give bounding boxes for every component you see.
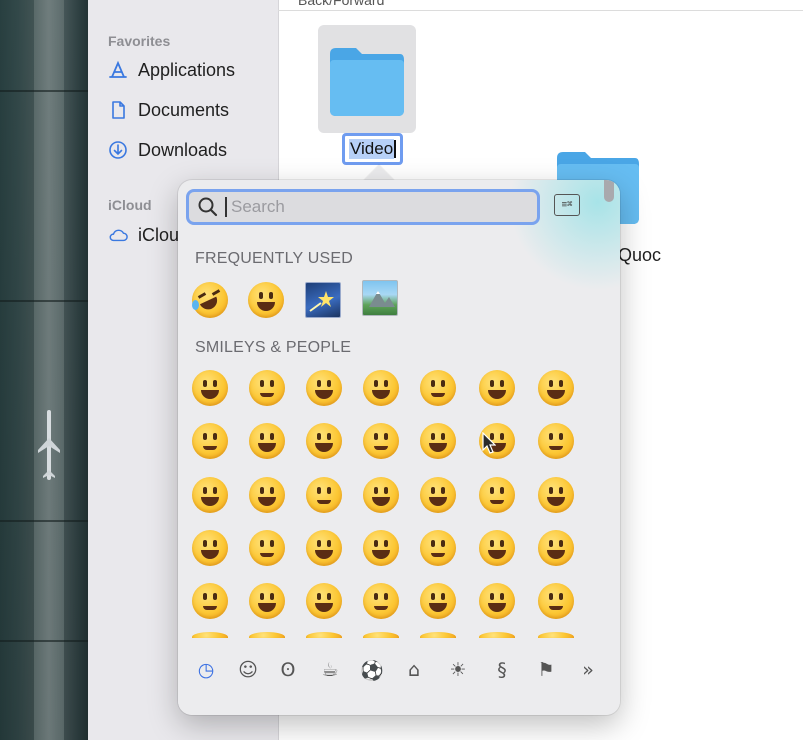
folder-icon[interactable] <box>326 44 408 120</box>
document-icon <box>108 100 128 120</box>
smiley-emoji[interactable] <box>192 583 228 619</box>
sidebar-item-label: iClou <box>138 224 180 245</box>
smiley-emoji[interactable] <box>538 370 574 406</box>
lightbulb-icon[interactable]: ☀ <box>446 658 470 682</box>
smiley-emoji[interactable] <box>363 477 399 513</box>
smiley-emoji[interactable] <box>249 477 285 513</box>
mountain-park-emoji[interactable] <box>362 280 398 316</box>
smiley-emoji[interactable] <box>420 477 456 513</box>
desktop-wallpaper <box>0 0 88 740</box>
sidebar-item-icloud-drive[interactable]: iClou <box>108 222 179 248</box>
smiley-emoji[interactable] <box>538 530 574 566</box>
smiley-emoji[interactable] <box>420 423 456 459</box>
smiley-emoji[interactable] <box>306 370 342 406</box>
search-icon <box>198 197 218 217</box>
smiley-emoji[interactable] <box>538 583 574 619</box>
sidebar-item-documents[interactable]: Documents <box>108 97 229 123</box>
smiley-emoji[interactable] <box>249 583 285 619</box>
airplane-icon <box>38 410 60 480</box>
building-icon[interactable]: ⌂ <box>402 658 426 682</box>
smiley-emoji[interactable] <box>479 370 515 406</box>
search-input[interactable] <box>229 196 513 218</box>
flag-icon[interactable]: ⚑ <box>534 658 558 682</box>
smiley-emoji[interactable] <box>420 530 456 566</box>
section-frequently-used: FREQUENTLY USED <box>195 250 353 267</box>
file-label[interactable]: Quoc <box>618 245 661 266</box>
smiley-emoji[interactable] <box>306 530 342 566</box>
smiley-emoji[interactable] <box>192 370 228 406</box>
shooting-star-emoji[interactable] <box>305 282 341 318</box>
toolbar-divider <box>278 10 803 11</box>
smiley-emoji[interactable] <box>192 530 228 566</box>
smiley-icon[interactable]: ☺ <box>236 658 260 682</box>
soccer-ball-icon[interactable]: ⚽ <box>360 658 384 682</box>
smiley-emoji[interactable] <box>249 530 285 566</box>
filename-text: Video <box>349 139 395 159</box>
sidebar-item-label: Applications <box>138 59 236 80</box>
smiley-emoji[interactable] <box>306 423 342 459</box>
rofl-emoji[interactable] <box>192 282 228 318</box>
food-icon[interactable]: ☕ <box>318 658 342 682</box>
cloud-icon <box>108 225 128 245</box>
grinning-face-emoji[interactable] <box>248 282 284 318</box>
section-smileys-people: SMILEYS & PEOPLE <box>195 339 352 356</box>
smiley-emoji[interactable] <box>538 477 574 513</box>
wallpaper-line <box>0 640 88 642</box>
smiley-emoji[interactable] <box>363 423 399 459</box>
wallpaper-line <box>0 300 88 302</box>
smiley-emoji[interactable] <box>192 423 228 459</box>
applications-icon <box>108 60 128 80</box>
smiley-emoji[interactable] <box>538 423 574 459</box>
smiley-emoji[interactable] <box>249 423 285 459</box>
smiley-emoji[interactable] <box>363 583 399 619</box>
sidebar-section-icloud: iCloud <box>108 197 152 213</box>
filename-edit-field[interactable]: Video <box>342 133 404 165</box>
text-caret <box>225 197 227 217</box>
toolbar-hint: Back/Forward <box>298 0 385 8</box>
bear-icon[interactable]: ʘ <box>276 658 300 682</box>
sidebar-item-label: Documents <box>138 99 230 120</box>
emoji-search-field[interactable] <box>186 189 540 225</box>
download-icon <box>108 140 128 160</box>
clock-icon[interactable]: ◷ <box>194 658 218 682</box>
sidebar-item-label: Downloads <box>138 139 228 160</box>
smiley-emoji[interactable] <box>306 477 342 513</box>
smiley-emoji[interactable] <box>420 370 456 406</box>
wallpaper-line <box>0 90 88 92</box>
more-icon[interactable]: » <box>576 658 600 682</box>
emoji-picker: ≡⌘ FREQUENTLY USED SMILEYS & PEOPLE ◷ ☺ ʘ ☕… <box>178 180 620 715</box>
character-viewer-icon[interactable]: ≡⌘ <box>554 194 580 216</box>
sidebar-item-downloads[interactable]: Downloads <box>108 137 227 163</box>
text-caret <box>394 140 397 158</box>
wallpaper-runway <box>34 0 64 740</box>
symbols-icon[interactable]: § <box>490 658 514 682</box>
smiley-emoji[interactable] <box>192 477 228 513</box>
wallpaper-line <box>0 520 88 522</box>
smiley-emoji[interactable] <box>420 583 456 619</box>
smiley-emoji[interactable] <box>479 477 515 513</box>
smiley-emoji[interactable] <box>479 530 515 566</box>
smiley-emoji[interactable] <box>363 370 399 406</box>
smiley-emoji[interactable] <box>479 583 515 619</box>
star-icon <box>309 291 334 312</box>
sidebar-item-applications[interactable]: Applications <box>108 57 235 83</box>
mountain-icon <box>369 291 395 307</box>
scrollbar-thumb[interactable] <box>604 180 614 202</box>
smiley-emoji[interactable] <box>306 583 342 619</box>
mouse-pointer-icon <box>482 432 496 454</box>
smiley-emoji[interactable] <box>249 370 285 406</box>
sidebar-section-favorites: Favorites <box>108 33 171 49</box>
smiley-emoji[interactable] <box>363 530 399 566</box>
